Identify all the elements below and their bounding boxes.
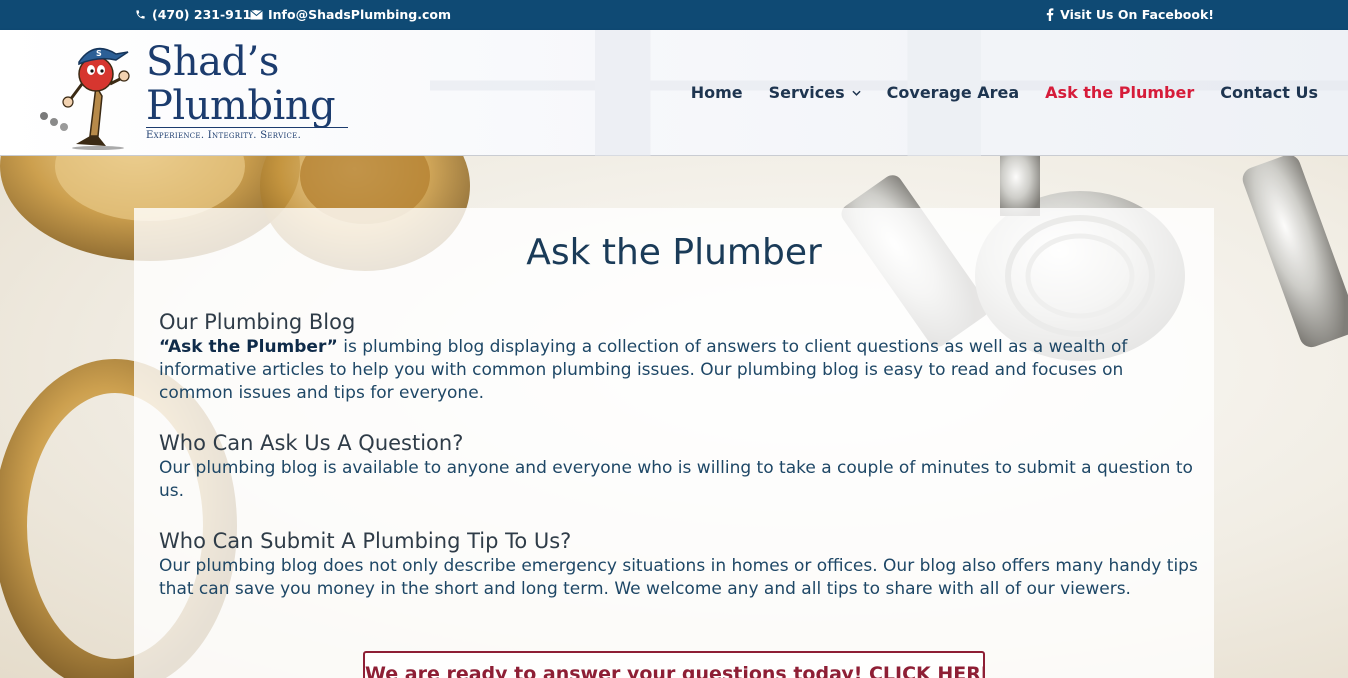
logo-line-2: Plumbing bbox=[146, 83, 336, 129]
envelope-icon bbox=[250, 9, 263, 19]
top-bar: (470) 231-9110 Info@ShadsPlumbing.com Vi… bbox=[0, 0, 1348, 30]
phone-link[interactable]: (470) 231-9110 bbox=[135, 7, 260, 22]
chevron-down-icon bbox=[852, 90, 861, 96]
ask-the-plumber-emphasis: “Ask the Plumber” bbox=[159, 337, 338, 357]
nav-services-label: Services bbox=[768, 83, 845, 102]
cta-button[interactable]: We are ready to answer your questions to… bbox=[363, 651, 985, 678]
section-heading-tip: Who Can Submit A Plumbing Tip To Us? bbox=[159, 529, 572, 553]
nav-contact-label: Contact Us bbox=[1220, 83, 1318, 102]
phone-icon bbox=[136, 10, 145, 19]
content-panel: Ask the Plumber Our Plumbing Blog “Ask t… bbox=[134, 208, 1214, 678]
facebook-label: Visit Us On Facebook! bbox=[1060, 7, 1214, 22]
nav-home[interactable]: Home bbox=[691, 83, 743, 102]
section-heading-blog: Our Plumbing Blog bbox=[159, 310, 356, 334]
section-text-blog: “Ask the Plumber” is plumbing blog displ… bbox=[159, 336, 1199, 405]
phone-number: (470) 231-9110 bbox=[152, 7, 260, 22]
section-heading-ask: Who Can Ask Us A Question? bbox=[159, 431, 464, 455]
nav-services[interactable]: Services bbox=[769, 83, 861, 102]
nav-ask-the-plumber[interactable]: Ask the Plumber bbox=[1045, 83, 1194, 102]
plumber-mascot-icon: S bbox=[40, 47, 130, 150]
email-address: Info@ShadsPlumbing.com bbox=[268, 7, 452, 22]
page-title: Ask the Plumber bbox=[526, 232, 822, 273]
nav-coverage-label: Coverage Area bbox=[886, 83, 1020, 102]
logo-tagline: Experience. Integrity. Service. bbox=[146, 127, 348, 141]
logo-line-1: Shad’s bbox=[146, 39, 279, 85]
nav-coverage-area[interactable]: Coverage Area bbox=[887, 83, 1020, 102]
logo-wordmark: Shad’s Plumbing bbox=[146, 39, 336, 129]
nav-home-label: Home bbox=[690, 83, 743, 102]
facebook-link[interactable]: Visit Us On Facebook! bbox=[1046, 7, 1214, 22]
section-text-ask: Our plumbing blog is available to anyone… bbox=[159, 458, 1193, 501]
nav-contact-us[interactable]: Contact Us bbox=[1220, 83, 1318, 102]
nav-ask-label: Ask the Plumber bbox=[1045, 83, 1195, 102]
facebook-icon bbox=[1046, 8, 1054, 21]
article-body: Our Plumbing Blog “Ask the Plumber” is p… bbox=[159, 308, 1199, 601]
section-text-tip: Our plumbing blog does not only describe… bbox=[159, 556, 1198, 599]
svg-text:S: S bbox=[96, 49, 102, 58]
main-nav: Home Services Coverage Area Ask the Plum… bbox=[691, 83, 1318, 102]
email-link[interactable]: Info@ShadsPlumbing.com bbox=[250, 7, 451, 22]
